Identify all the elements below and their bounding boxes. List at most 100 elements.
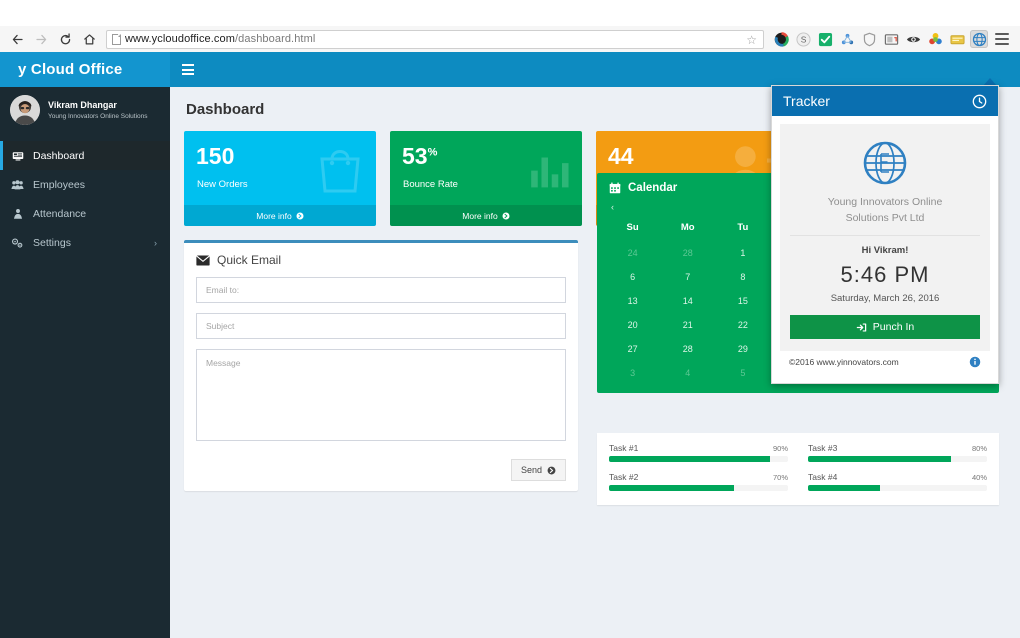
- calendar-day[interactable]: 7: [660, 265, 715, 289]
- dashboard-icon: [11, 150, 24, 162]
- task-progress-fill: [609, 456, 771, 462]
- sidebar-item-dashboard[interactable]: Dashboard: [0, 141, 170, 170]
- task-progress-bar: [808, 485, 987, 491]
- task-name-row: Task #3 80%: [808, 443, 987, 453]
- sidebar-item-label: Settings: [33, 236, 71, 249]
- calendar-day[interactable]: 8: [715, 265, 770, 289]
- task-label: Task #1: [609, 443, 639, 453]
- task-progress-fill: [808, 456, 952, 462]
- calendar-day[interactable]: 20: [605, 313, 660, 337]
- molecule-extension-icon[interactable]: [838, 30, 856, 48]
- more-info-link[interactable]: More info: [390, 205, 582, 226]
- task-label: Task #2: [609, 472, 639, 482]
- tracker-popup-body: Young Innovators Online Solutions Pvt Lt…: [772, 116, 998, 383]
- tracker-date: Saturday, March 26, 2016: [830, 293, 940, 304]
- page-document-icon: [112, 33, 121, 45]
- calendar-day[interactable]: 28: [660, 241, 715, 265]
- url-text: www.ycloudoffice.com/dashboard.html: [125, 33, 315, 45]
- calendar-day[interactable]: 6: [605, 265, 660, 289]
- extension-icons: S: [772, 29, 1014, 49]
- info-icon[interactable]: [969, 356, 981, 368]
- tracker-org-line2: Solutions Pvt Ltd: [845, 212, 925, 224]
- url-path: /dashboard.html: [235, 33, 316, 45]
- punch-in-button[interactable]: Punch In: [790, 315, 980, 339]
- back-icon[interactable]: [6, 28, 28, 50]
- info-box-label: New Orders: [197, 179, 248, 190]
- home-icon[interactable]: [78, 28, 100, 50]
- tracker-greeting: Hi Vikram!: [861, 245, 909, 256]
- task-label: Task #4: [808, 472, 838, 482]
- task-progress-fill: [609, 485, 735, 491]
- task-progress-bar: [609, 485, 788, 491]
- forward-icon[interactable]: [30, 28, 52, 50]
- task-progress-bar: [609, 456, 788, 462]
- screenshot-extension-icon[interactable]: [882, 30, 900, 48]
- calendar-day[interactable]: 3: [605, 361, 660, 385]
- brand-logo[interactable]: y Cloud Office: [0, 52, 170, 87]
- address-bar[interactable]: www.ycloudoffice.com/dashboard.html ☆: [106, 29, 764, 49]
- sidebar-item-employees[interactable]: Employees: [0, 170, 170, 199]
- arrow-circle-right-icon: [547, 466, 556, 474]
- calendar-day[interactable]: 13: [605, 289, 660, 313]
- reload-icon[interactable]: [54, 28, 76, 50]
- info-box-value: 53%: [402, 143, 438, 169]
- task-percent: 80%: [971, 444, 987, 453]
- calendar-day[interactable]: 5: [715, 361, 770, 385]
- task-name-row: Task #1 90%: [609, 443, 788, 453]
- sidebar: Vikram Dhangar Young Innovators Online S…: [0, 87, 170, 638]
- calendar-day[interactable]: 22: [715, 313, 770, 337]
- calendar-day[interactable]: 29: [715, 337, 770, 361]
- app-header: y Cloud Office: [0, 52, 1020, 87]
- email-to-field[interactable]: [196, 277, 566, 303]
- sidebar-user-meta: Vikram Dhangar Young Innovators Online S…: [48, 99, 148, 122]
- s-badge-extension-icon[interactable]: S: [794, 30, 812, 48]
- color-wheel-extension-icon[interactable]: [772, 30, 790, 48]
- clock-icon[interactable]: [972, 94, 987, 109]
- arrow-circle-right-icon: [502, 212, 510, 219]
- info-box-bounce-rate: 53% Bounce Rate More info: [390, 131, 582, 226]
- calendar-day[interactable]: 1: [715, 241, 770, 265]
- calendar-day[interactable]: 21: [660, 313, 715, 337]
- task-progress-bar: [808, 456, 987, 462]
- calendar-day[interactable]: 4: [660, 361, 715, 385]
- tracker-time: 5:46 PM: [840, 262, 930, 287]
- eye-extension-icon[interactable]: [904, 30, 922, 48]
- sign-in-icon: [856, 322, 867, 332]
- calendar-day[interactable]: 27: [605, 337, 660, 361]
- sidebar-toggle-icon[interactable]: [170, 52, 206, 87]
- punch-in-label: Punch In: [872, 321, 915, 333]
- browser-menu-icon[interactable]: [992, 29, 1012, 49]
- browser-tabstrip: [0, 0, 1020, 26]
- colorful-star-extension-icon[interactable]: [926, 30, 944, 48]
- more-info-link[interactable]: More info: [184, 205, 376, 226]
- tracker-title: Tracker: [783, 93, 830, 109]
- sidebar-item-attendance[interactable]: Attendance: [0, 199, 170, 228]
- bookmark-star-icon[interactable]: ☆: [746, 34, 757, 46]
- calendar-day[interactable]: 28: [660, 337, 715, 361]
- info-box-label: Bounce Rate: [403, 179, 458, 190]
- sidebar-user-panel[interactable]: Vikram Dhangar Young Innovators Online S…: [0, 87, 170, 133]
- calendar-day[interactable]: 15: [715, 289, 770, 313]
- task-progress-list: Task #1 90% Task #3 80% Task #2 70% Task #4 40%: [597, 433, 999, 505]
- calendar-day[interactable]: 14: [660, 289, 715, 313]
- sidebar-item-settings[interactable]: Settings ›: [0, 228, 170, 257]
- sidebar-item-label: Dashboard: [33, 149, 85, 162]
- tracker-extension-icon[interactable]: [970, 30, 988, 48]
- calendar-prev-button[interactable]: ‹: [611, 202, 614, 212]
- calendar-day[interactable]: 24: [605, 241, 660, 265]
- calendar-dow-header: Tu: [737, 222, 749, 233]
- shield-extension-icon[interactable]: [860, 30, 878, 48]
- task-progress-fill: [808, 485, 880, 491]
- checkbox-extension-icon[interactable]: [816, 30, 834, 48]
- note-extension-icon[interactable]: [948, 30, 966, 48]
- sidebar-user-org: Young Innovators Online Solutions: [48, 112, 148, 120]
- send-button[interactable]: Send: [510, 459, 566, 481]
- email-subject-field[interactable]: [196, 313, 566, 339]
- more-info-label: More info: [256, 210, 292, 221]
- sidebar-menu: Dashboard Employees Attendance Settings …: [0, 141, 170, 257]
- info-box-new-orders: 150 New Orders More info: [184, 131, 376, 226]
- tracker-panel: Young Innovators Online Solutions Pvt Lt…: [780, 124, 990, 351]
- tracker-copyright: ©2016 www.yinnovators.com: [789, 357, 899, 367]
- email-message-field[interactable]: [196, 349, 566, 441]
- task-name-row: Task #4 40%: [808, 472, 987, 482]
